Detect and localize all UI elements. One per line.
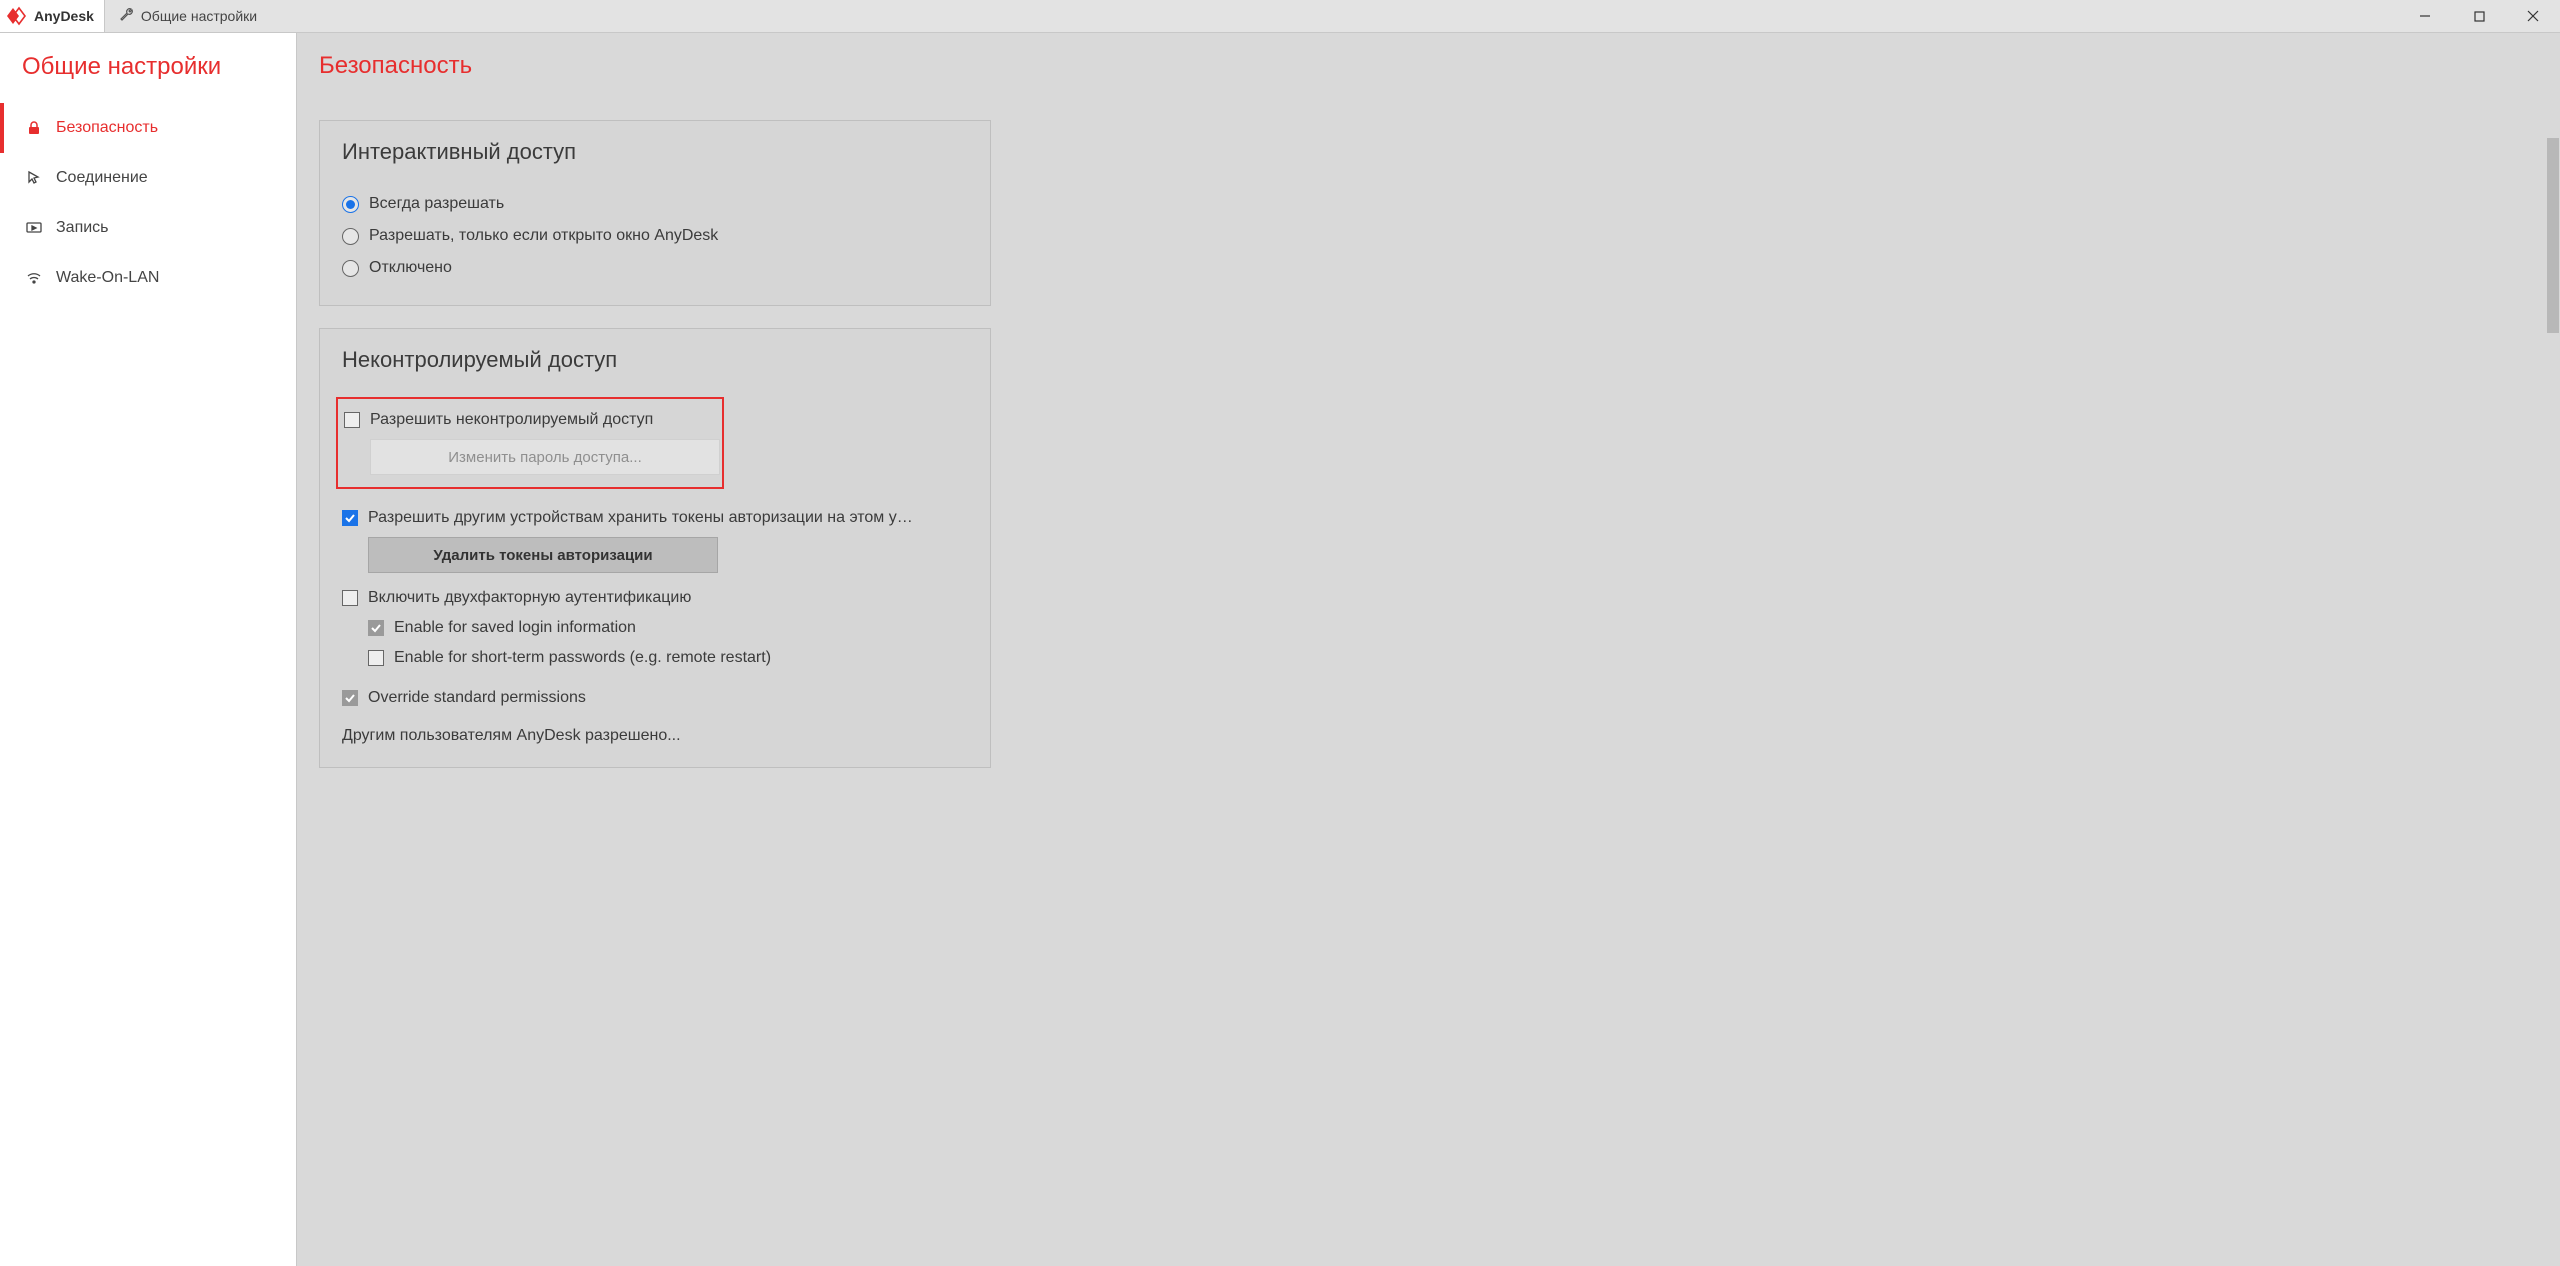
main-content: Интерактивный доступ Всегда разрешать Ра… (297, 98, 2546, 1266)
wifi-icon (26, 270, 52, 286)
checkbox-enable-2fa[interactable]: Включить двухфакторную аутентификацию (342, 583, 968, 613)
button-label: Удалить токены авторизации (433, 547, 652, 564)
checkbox-label: Enable for short-term passwords (e.g. re… (394, 649, 771, 667)
sidebar-item-connection[interactable]: Соединение (0, 153, 296, 203)
permissions-footer-text: Другим пользователям AnyDesk разрешено..… (342, 727, 968, 745)
sidebar: Общие настройки Безопасность Соединение … (0, 33, 297, 1266)
button-label: Изменить пароль доступа... (448, 449, 641, 466)
checkbox-icon (342, 510, 358, 526)
delete-tokens-button[interactable]: Удалить токены авторизации (368, 537, 718, 573)
titlebar: AnyDesk Общие настройки (0, 0, 2560, 33)
checkbox-label: Разрешить неконтролируемый доступ (370, 411, 653, 429)
checkbox-enable-short-term[interactable]: Enable for short-term passwords (e.g. re… (368, 643, 968, 673)
checkbox-label: Включить двухфакторную аутентификацию (368, 589, 691, 607)
play-screen-icon (26, 220, 52, 236)
sidebar-item-wol[interactable]: Wake-On-LAN (0, 253, 296, 303)
section-unattended-access: Неконтролируемый доступ Разрешить неконт… (319, 328, 991, 768)
highlighted-unattended-box: Разрешить неконтролируемый доступ Измени… (336, 397, 724, 489)
sidebar-title: Общие настройки (0, 53, 296, 103)
tab-label: Общие настройки (141, 8, 257, 24)
checkbox-override-permissions[interactable]: Override standard permissions (342, 683, 968, 713)
titlebar-app[interactable]: AnyDesk (0, 0, 105, 32)
checkbox-allow-unattended[interactable]: Разрешить неконтролируемый доступ (344, 405, 712, 435)
radio-disabled[interactable]: Отключено (342, 253, 968, 283)
tab-settings[interactable]: Общие настройки (105, 0, 271, 32)
checkbox-icon (368, 620, 384, 636)
sidebar-item-label: Wake-On-LAN (56, 269, 159, 287)
checkbox-label: Override standard permissions (368, 689, 586, 707)
maximize-button[interactable] (2452, 0, 2506, 32)
checkbox-icon (342, 690, 358, 706)
sidebar-item-label: Запись (56, 219, 109, 237)
main-panel: Безопасность Интерактивный доступ Всегда… (297, 33, 2560, 1266)
radio-icon (342, 260, 359, 277)
wrench-icon (119, 7, 141, 26)
section-title: Неконтролируемый доступ (342, 347, 968, 373)
checkbox-icon (344, 412, 360, 428)
checkbox-label: Разрешить другим устройствам хранить ток… (368, 509, 913, 527)
checkbox-icon (368, 650, 384, 666)
change-password-button: Изменить пароль доступа... (370, 439, 720, 475)
scrollbar-thumb[interactable] (2547, 138, 2559, 333)
sidebar-item-label: Соединение (56, 169, 148, 187)
minimize-button[interactable] (2398, 0, 2452, 32)
radio-icon (342, 228, 359, 245)
page-title: Безопасность (319, 52, 472, 80)
checkbox-icon (342, 590, 358, 606)
section-title: Интерактивный доступ (342, 139, 968, 165)
radio-label: Разрешать, только если открыто окно AnyD… (369, 227, 718, 245)
section-interactive-access: Интерактивный доступ Всегда разрешать Ра… (319, 120, 991, 306)
app-name: AnyDesk (34, 8, 94, 24)
window-controls (2398, 0, 2560, 32)
main-header: Безопасность (297, 33, 2560, 98)
radio-allow-if-window[interactable]: Разрешать, только если открыто окно AnyD… (342, 221, 968, 251)
lock-icon (26, 120, 52, 136)
sidebar-item-recording[interactable]: Запись (0, 203, 296, 253)
checkbox-label: Enable for saved login information (394, 619, 636, 637)
scrollbar[interactable] (2546, 98, 2560, 1266)
radio-label: Всегда разрешать (369, 195, 504, 213)
cursor-icon (26, 170, 52, 186)
checkbox-allow-tokens[interactable]: Разрешить другим устройствам хранить ток… (342, 503, 968, 533)
radio-always-allow[interactable]: Всегда разрешать (342, 189, 968, 219)
checkbox-enable-saved-login[interactable]: Enable for saved login information (368, 613, 968, 643)
anydesk-logo-icon (6, 5, 28, 27)
close-button[interactable] (2506, 0, 2560, 32)
sidebar-item-security[interactable]: Безопасность (0, 103, 296, 153)
sidebar-item-label: Безопасность (56, 119, 158, 137)
radio-label: Отключено (369, 259, 452, 277)
radio-icon (342, 196, 359, 213)
